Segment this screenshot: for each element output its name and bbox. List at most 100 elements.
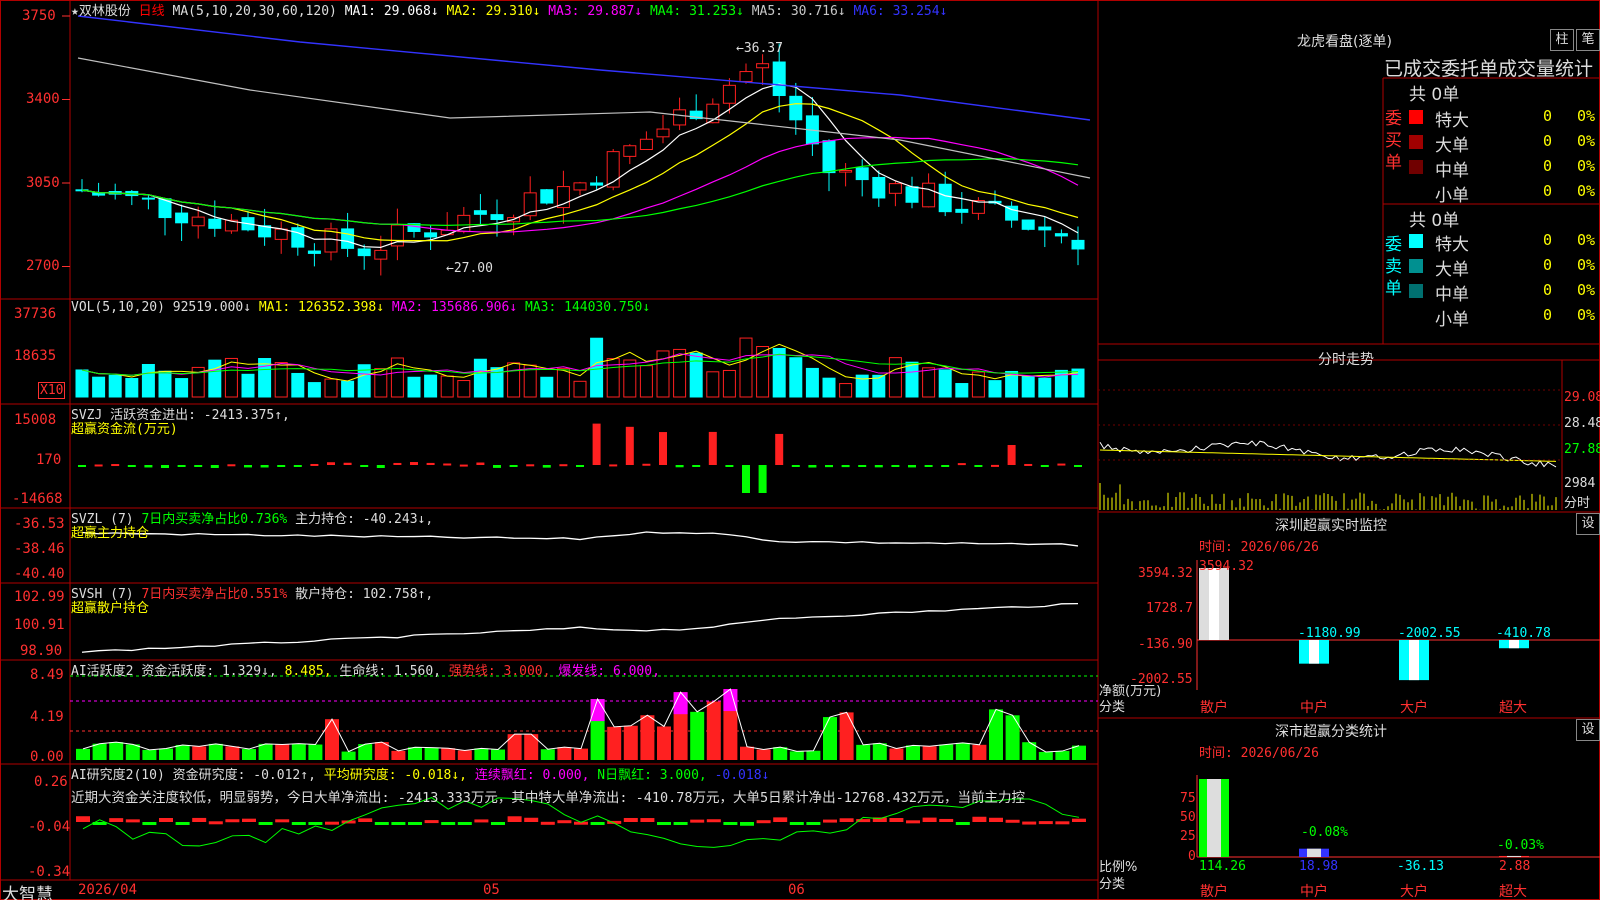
research-bar xyxy=(225,819,240,823)
stock-name[interactable]: ★双林股份 xyxy=(71,4,131,19)
activity-bar xyxy=(955,742,970,760)
buy-order-label: 委买单 xyxy=(1385,109,1402,173)
vol-unit-badge[interactable]: X10 xyxy=(38,382,66,399)
activity-bar xyxy=(773,747,788,760)
volume-bar xyxy=(839,383,853,398)
sell-color-swatch xyxy=(1409,259,1423,273)
monitor-time: 时间: 2026/06/26 xyxy=(1199,540,1319,555)
fund-flow-bar xyxy=(277,465,286,467)
research-bar xyxy=(457,822,472,825)
svzj-tick: -14668 xyxy=(12,491,63,507)
buy-color-swatch xyxy=(1409,135,1423,149)
activity-bar xyxy=(540,749,555,760)
fund-flow-bar xyxy=(144,465,153,468)
research-bar xyxy=(640,818,655,822)
fund-flow-bar xyxy=(360,465,369,467)
fund-flow-bar xyxy=(127,465,136,467)
ai-active-tick: 8.49 xyxy=(30,667,64,683)
fund-flow-bar xyxy=(327,462,335,465)
monitor-value-label: 3594.32 xyxy=(1199,559,1254,574)
intraday-vol-label: 分时 xyxy=(1564,496,1591,511)
ma6-line xyxy=(77,15,1091,121)
research-bar xyxy=(540,821,555,825)
volume-bar xyxy=(888,357,902,398)
classify-bar-label: -0.08% xyxy=(1301,825,1348,840)
fund-flow-bar xyxy=(791,465,800,467)
volume-bar xyxy=(440,375,454,398)
candle-body xyxy=(772,61,786,97)
intraday-title: 分时走势 xyxy=(1318,352,1374,368)
candle-body xyxy=(307,250,321,254)
monitor-category: 大户 xyxy=(1400,700,1428,716)
candle-body xyxy=(374,249,388,260)
date-axis-label: 2026/04 xyxy=(78,882,138,898)
volume-bar xyxy=(1038,377,1052,398)
activity-bar xyxy=(159,748,173,760)
sell-type: 小单 xyxy=(1435,310,1469,330)
activity-bar xyxy=(1038,751,1053,760)
candle-body xyxy=(639,138,653,150)
fund-flow-bar xyxy=(991,464,999,467)
research-bar xyxy=(491,822,505,825)
activity-bar xyxy=(939,744,954,760)
volume-bar xyxy=(822,377,836,398)
activity-bar xyxy=(391,750,406,760)
candle-body xyxy=(573,182,587,191)
activity-bar xyxy=(76,748,90,760)
ma6-value: MA6: 33.254↓ xyxy=(853,4,948,19)
volume-bar xyxy=(274,362,288,398)
fund-flow-bar xyxy=(1007,445,1016,465)
fund-flow-bar xyxy=(1074,465,1082,467)
volume-bar xyxy=(739,337,753,398)
ma1-value: MA1: 29.068↓ xyxy=(344,4,439,19)
fund-flow-bar xyxy=(974,465,983,467)
vol-header: VOL(5,10,20) 92519.000↓ MA1: 126352.398↓… xyxy=(71,300,651,315)
monitor-settings-button[interactable]: 设 xyxy=(1576,513,1600,535)
brand-logo: 大智慧 xyxy=(2,885,53,900)
fund-flow-bar xyxy=(94,464,103,467)
activity-bar xyxy=(408,747,422,760)
activity-bar xyxy=(109,742,124,760)
buy-color-swatch xyxy=(1409,110,1423,124)
volume-bar xyxy=(424,374,438,398)
fund-flow-bar xyxy=(476,462,485,465)
fund-flow-bar xyxy=(542,465,551,468)
sell-volume: 0 xyxy=(1543,306,1553,324)
activity-bar xyxy=(242,749,256,760)
activity-bar xyxy=(872,743,887,760)
volume-bar xyxy=(955,383,969,398)
volume-bar xyxy=(341,380,355,398)
candle-body xyxy=(490,214,504,221)
activity-bar xyxy=(756,749,771,760)
volume-bar xyxy=(772,347,786,398)
buy-type: 大单 xyxy=(1435,136,1469,156)
classify-category: 中户 xyxy=(1300,884,1328,900)
sell-color-swatch xyxy=(1409,284,1423,298)
activity-bar xyxy=(474,748,489,760)
candle-body xyxy=(274,228,288,240)
tab-order-list[interactable]: 笔 xyxy=(1576,29,1600,51)
tab-bar-chart[interactable]: 柱 xyxy=(1550,29,1574,51)
date-axis-label: 05 xyxy=(483,882,500,898)
classify-value: -36.13 xyxy=(1397,859,1444,874)
research-bar xyxy=(1072,818,1086,822)
kline-header: ★双林股份 日线 MA(5,10,20,30,60,120) MA1: 29.0… xyxy=(71,0,947,19)
monitor-category: 中户 xyxy=(1300,700,1328,716)
classify-tick: 75 xyxy=(1180,791,1196,806)
activity-line xyxy=(82,688,1080,753)
fund-flow-bar xyxy=(758,465,767,493)
ai-research-header: AI研究度2(10) 资金研究度: -0.012↑, 平均研究度: -0.018… xyxy=(71,768,770,783)
price-tick: 3050 xyxy=(26,175,60,191)
low-price-label: ←27.00 xyxy=(446,261,493,276)
research-bar xyxy=(391,822,406,825)
research-bar xyxy=(723,822,738,825)
candle-body xyxy=(1054,233,1068,237)
fund-flow-bar xyxy=(459,464,468,467)
fund-flow-bar xyxy=(559,464,568,467)
fund-flow-bar xyxy=(675,465,684,468)
research-bar xyxy=(109,818,124,822)
classify-settings-button[interactable]: 设 xyxy=(1576,719,1600,741)
fund-flow-bar xyxy=(111,464,120,467)
period-label[interactable]: 日线 xyxy=(139,4,165,19)
monitor-net-bar-highlight xyxy=(1209,568,1219,640)
